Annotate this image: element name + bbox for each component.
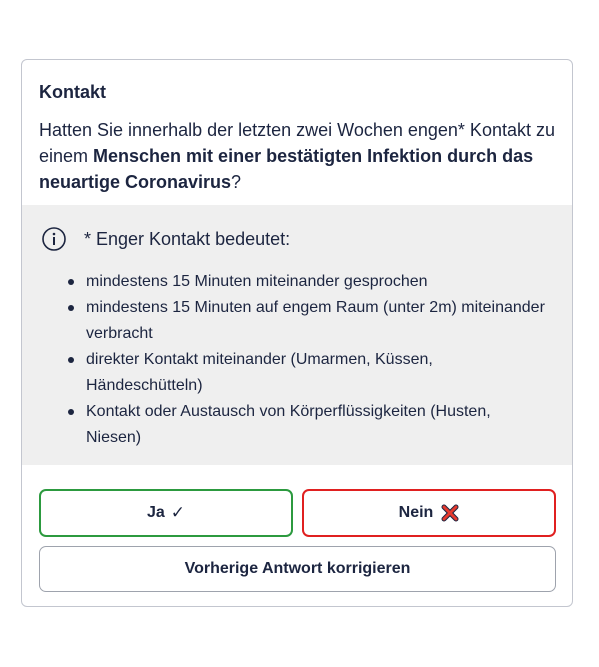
info-icon bbox=[42, 227, 66, 251]
question-card: Kontakt Hatten Sie innerhalb der letzten… bbox=[21, 59, 573, 607]
question-text-end: ? bbox=[231, 172, 242, 192]
card-heading: Kontakt bbox=[39, 82, 106, 102]
cross-icon bbox=[441, 504, 459, 522]
correct-previous-answer-label: Vorherige Antwort korrigieren bbox=[184, 560, 411, 577]
list-item: mindestens 15 Minuten miteinander gespro… bbox=[68, 269, 548, 295]
yes-button-label: Ja bbox=[146, 504, 165, 521]
question-text-bold: Menschen mit einer bestätigten Infektion… bbox=[39, 146, 534, 192]
question-text: Hatten Sie innerhalb der letzten zwei Wo… bbox=[39, 117, 559, 195]
list-item: mindestens 15 Minuten auf engem Raum (un… bbox=[68, 295, 548, 347]
info-title: * Enger Kontakt bedeutet: bbox=[84, 229, 291, 249]
yes-button[interactable]: Ja ✓ bbox=[39, 489, 293, 537]
list-item: direkter Kontakt miteinander (Umarmen, K… bbox=[68, 347, 548, 399]
info-box: * Enger Kontakt bedeutet: mindestens 15 … bbox=[22, 205, 572, 465]
contact-criteria-list: mindestens 15 Minuten miteinander gespro… bbox=[68, 269, 548, 451]
no-button[interactable]: Nein bbox=[302, 489, 556, 537]
checkmark-icon: ✓ bbox=[170, 503, 186, 522]
correct-previous-answer-button[interactable]: Vorherige Antwort korrigieren bbox=[39, 546, 556, 592]
list-item: Kontakt oder Austausch von Körperflüssig… bbox=[68, 399, 548, 451]
no-button-label: Nein bbox=[398, 504, 434, 521]
